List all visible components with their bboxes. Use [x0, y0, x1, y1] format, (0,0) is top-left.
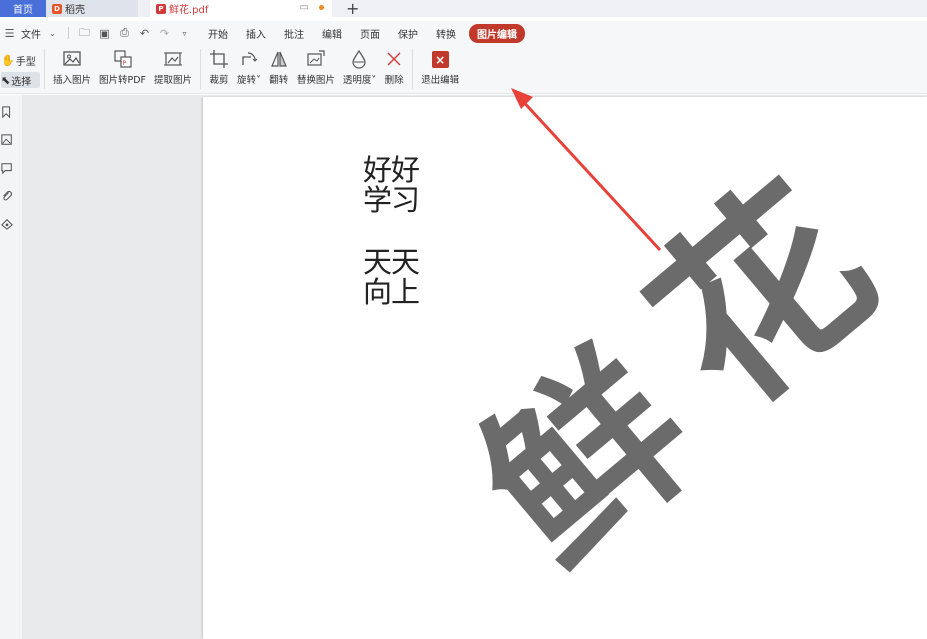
delete-x-icon — [387, 52, 401, 66]
flip-icon — [270, 51, 287, 67]
redo-icon[interactable]: ↷ — [156, 25, 173, 42]
exit-close-icon: × — [431, 51, 449, 68]
menu-tab-convert[interactable]: 转换 — [427, 26, 465, 41]
image-to-pdf-label: 图片转PDF — [99, 75, 147, 86]
pdf-page[interactable]: 好好 学习 天天 向上 鲜 花 — [203, 97, 927, 639]
image-to-pdf-icon: P — [113, 50, 132, 68]
print-icon[interactable]: ⎙ — [116, 25, 133, 42]
menu-tabs: 开始 插入 批注 编辑 页面 保护 转换 图片编辑 — [199, 23, 525, 43]
menu-tab-protect[interactable]: 保护 — [389, 26, 427, 41]
undo-icon[interactable]: ↶ — [136, 25, 153, 42]
exit-edit-label: 退出编辑 — [421, 75, 460, 86]
attachment-clip-icon[interactable] — [0, 189, 14, 203]
thumbnail-image-icon[interactable] — [0, 133, 14, 147]
opacity-drop-icon — [352, 49, 367, 69]
select-mode-label: 选择 — [11, 76, 32, 88]
pdf-file-icon: P — [156, 3, 166, 14]
left-sidebar-rail — [0, 95, 22, 639]
hand-mode-label: 手型 — [15, 56, 36, 68]
hamburger-menu-icon[interactable]: ☰ — [1, 25, 18, 42]
poem-line: 学习 — [363, 183, 420, 217]
insert-image-button[interactable]: 插入图片 — [49, 49, 95, 86]
poem-line: 天天 — [363, 245, 420, 279]
rotate-button[interactable]: 旋转˅ — [233, 49, 265, 86]
replace-image-button[interactable]: 替换图片 — [293, 49, 339, 86]
menu-bar: ☰ 文件 ⌄ 🗀 ▣ ⎙ ↶ ↷ ▿ 开始 插入 批注 编辑 页面 保护 转换 … — [0, 21, 927, 45]
menu-tab-start[interactable]: 开始 — [199, 26, 237, 41]
customize-chevron-icon[interactable]: ▿ — [176, 25, 193, 42]
menu-tab-page[interactable]: 页面 — [351, 26, 389, 41]
tab-daoke[interactable]: D 稻壳 — [46, 0, 138, 17]
rotate-label: 旋转˅ — [237, 75, 261, 86]
watermark-image-char-1[interactable]: 鲜 — [444, 314, 732, 605]
tab-document-label: 鲜花.pdf — [169, 5, 209, 16]
menu-tab-comment[interactable]: 批注 — [275, 26, 313, 41]
delete-label: 删除 — [384, 75, 404, 86]
bookmark-icon[interactable] — [0, 105, 14, 119]
rotate-icon — [242, 52, 258, 65]
mode-group: ✋ 手型 ⬉ 选择 — [0, 49, 40, 88]
comment-icon[interactable] — [0, 161, 14, 175]
tab-document[interactable]: P 鲜花.pdf ▭ — [150, 0, 332, 17]
replace-image-icon — [307, 50, 325, 66]
flip-button[interactable]: 翻转 — [265, 49, 293, 86]
extract-image-icon — [164, 52, 183, 66]
extract-image-label: 提取图片 — [154, 75, 193, 86]
unsaved-dot-icon — [319, 5, 324, 10]
insert-image-icon — [63, 51, 81, 66]
file-menu[interactable]: 文件 — [21, 26, 41, 41]
monitor-icon[interactable]: ▭ — [300, 2, 309, 13]
daoke-logo-icon: D — [52, 3, 62, 14]
exit-edit-button[interactable]: × 退出编辑 — [417, 49, 463, 86]
extract-image-button[interactable]: 提取图片 — [150, 49, 196, 86]
crop-label: 裁剪 — [209, 75, 229, 86]
delete-button[interactable]: 删除 — [380, 49, 408, 86]
tab-daoke-label: 稻壳 — [65, 5, 85, 16]
menu-tab-insert[interactable]: 插入 — [237, 26, 275, 41]
image-edit-toolbar: ✋ 手型 ⬉ 选择 插入图片 P 图片转PDF 提取图片 裁剪 旋转˅ 翻转 替… — [0, 45, 927, 94]
watermark-image-char-2[interactable]: 花 — [611, 143, 914, 450]
insert-image-label: 插入图片 — [53, 75, 92, 86]
save-icon[interactable]: ▣ — [96, 25, 113, 42]
cursor-icon: ⬉ — [1, 73, 11, 87]
crop-button[interactable]: 裁剪 — [205, 49, 233, 86]
tab-home-label: 首页 — [13, 5, 33, 16]
poem-text: 好好 学习 天天 向上 — [363, 155, 429, 307]
crop-icon — [210, 50, 229, 68]
menu-tab-edit[interactable]: 编辑 — [313, 26, 351, 41]
tab-bar: 首页 D 稻壳 P 鲜花.pdf ▭ + — [0, 0, 927, 17]
hand-icon: ✋ — [1, 53, 15, 67]
select-mode-button[interactable]: ⬉ 选择 — [1, 72, 40, 88]
replace-image-label: 替换图片 — [296, 75, 335, 86]
opacity-button[interactable]: 透明度˅ — [339, 49, 380, 86]
signature-stamp-icon[interactable] — [0, 217, 14, 231]
poem-line: 向上 — [363, 275, 420, 309]
svg-text:P: P — [122, 60, 126, 67]
image-to-pdf-button[interactable]: P 图片转PDF — [95, 49, 150, 86]
opacity-label: 透明度˅ — [342, 75, 377, 86]
chevron-down-icon[interactable]: ⌄ — [44, 25, 61, 42]
poem-line: 好好 — [363, 153, 420, 187]
tab-home[interactable]: 首页 — [0, 0, 46, 17]
new-tab-button[interactable]: + — [346, 0, 359, 17]
flip-label: 翻转 — [269, 75, 289, 86]
hand-mode-button[interactable]: ✋ 手型 — [1, 52, 40, 68]
menu-tab-image-edit[interactable]: 图片编辑 — [469, 23, 525, 43]
open-folder-icon[interactable]: 🗀 — [76, 25, 93, 42]
